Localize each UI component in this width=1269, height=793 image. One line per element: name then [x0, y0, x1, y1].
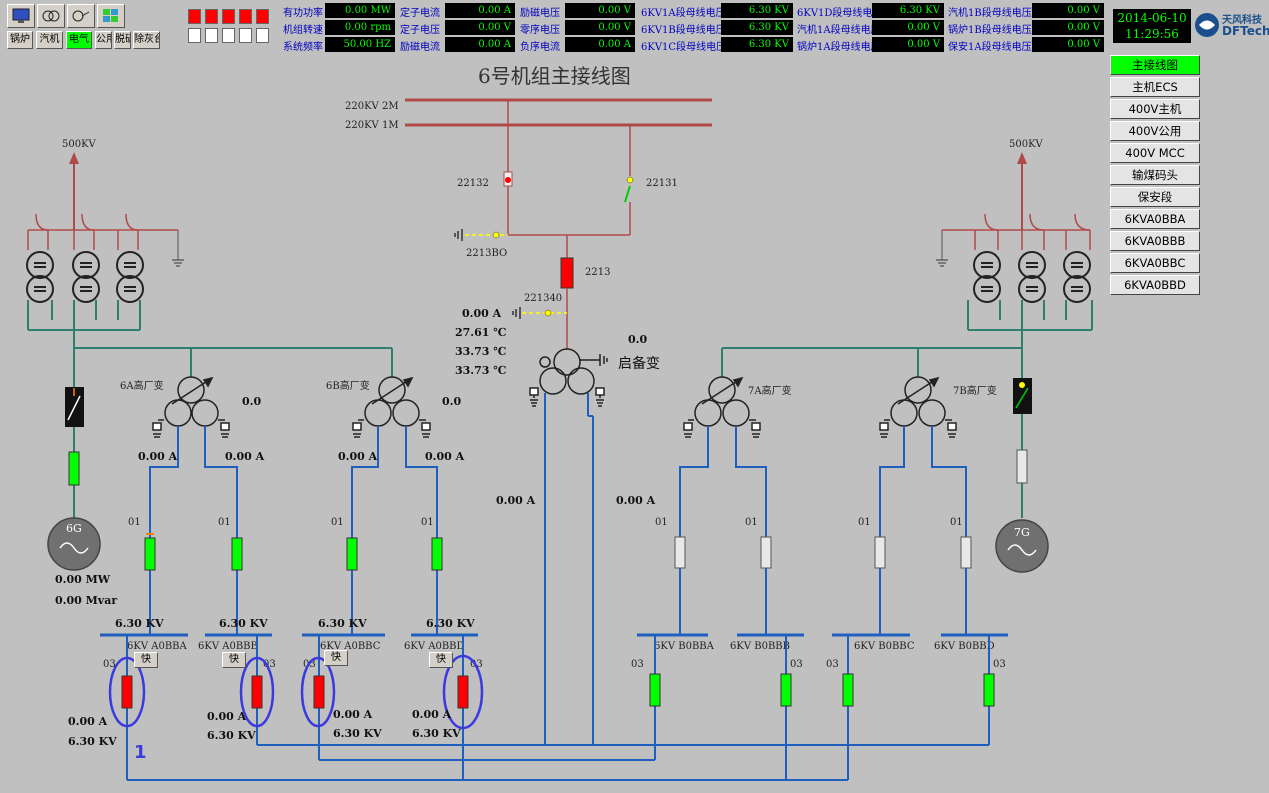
- gen7-label: 7G: [1014, 526, 1030, 539]
- breaker-01-label: 01: [745, 517, 758, 528]
- feeder-d-voltage: 6.30 KV: [412, 727, 461, 740]
- breaker-a0bba-03: [121, 675, 133, 709]
- gen6-label: 6G: [66, 522, 82, 535]
- bus-d-voltage: 6.30 KV: [426, 617, 475, 630]
- breaker-01-label: 01: [331, 517, 344, 528]
- gen6-breaker: [68, 451, 80, 486]
- bus-220kv-1m-label: 220KV 1M: [345, 120, 399, 131]
- feeder-c-voltage: 6.30 KV: [333, 727, 382, 740]
- gen6-mvar: 0.00 Mvar: [55, 594, 117, 607]
- transformer-7b: [879, 376, 957, 438]
- breaker-a0bbd-03: [457, 675, 469, 709]
- label-2213: 2213: [585, 267, 610, 278]
- breaker-a0bbc-03: [313, 675, 325, 709]
- breaker-b0bbc-01: [874, 536, 886, 569]
- breaker-01-label: 01: [128, 517, 141, 528]
- bus-b0bbb-label: 6KV B0BBB: [730, 641, 790, 652]
- fast-switch-button-a0bbc[interactable]: 快: [324, 650, 348, 666]
- label-22131: 22131: [646, 178, 678, 189]
- transformer-7a-label: 7A高厂变: [748, 384, 792, 397]
- startup-right-current: 0.00 A: [616, 494, 656, 507]
- startup-temp-1: 27.61 ℃: [455, 326, 506, 339]
- startup-left-current: 0.00 A: [496, 494, 536, 507]
- feeder-c-current: 0.00 A: [333, 708, 373, 721]
- breaker-b0bba-01: [674, 536, 686, 569]
- feeder-b-voltage: 6.30 KV: [207, 729, 256, 742]
- feeder-a-current: 0.00 A: [68, 715, 108, 728]
- transformer-7b-label: 7B高厂变: [953, 384, 997, 397]
- bus-b-voltage: 6.30 KV: [219, 617, 268, 630]
- bus-c-voltage: 6.30 KV: [318, 617, 367, 630]
- breaker-01-label: 01: [655, 517, 668, 528]
- transformer-6a-value: 0.0: [242, 395, 261, 408]
- bus-a0bbb-label: 6KV A0BBB: [198, 641, 258, 652]
- transformer-6a-label: 6A高厂变: [120, 379, 164, 392]
- breaker-b0bbd-01: [960, 536, 972, 569]
- right-500kv-label: 500KV: [1009, 139, 1044, 150]
- breaker-03-label: 03: [826, 659, 839, 670]
- startup-value: 0.0: [628, 333, 647, 346]
- branch-a2-current: 0.00 A: [225, 450, 265, 463]
- bus-a0bbd-label: 6KV A0BBD: [404, 641, 465, 652]
- feeder-b-current: 0.00 A: [207, 710, 247, 723]
- annotation-number: 1: [134, 742, 147, 763]
- startup-temp-2: 33.73 ℃: [455, 345, 506, 358]
- bus-a-voltage: 6.30 KV: [115, 617, 164, 630]
- bus-b0bbc-label: 6KV B0BBC: [854, 641, 915, 652]
- breaker-a0bbd-01: [431, 537, 443, 571]
- right-main-transformer: [973, 251, 1091, 303]
- breaker-a0bbb-03: [251, 675, 263, 709]
- branch-b2-current: 0.00 A: [425, 450, 465, 463]
- gen6-mw: 0.00 MW: [55, 573, 111, 586]
- feeder-a-voltage: 6.30 KV: [68, 735, 117, 748]
- branch-a1-current: 0.00 A: [138, 450, 178, 463]
- breaker-01-label: 01: [950, 517, 963, 528]
- breaker-03-label: 03: [790, 659, 803, 670]
- breaker-a0bba-01: [144, 537, 156, 571]
- startup-transformer-name: 启备变: [618, 355, 660, 372]
- bus-b0bbd-label: 6KV B0BBD: [934, 641, 995, 652]
- startup-temp-3: 33.73 ℃: [455, 364, 506, 377]
- left-500kv-label: 500KV: [62, 139, 97, 150]
- breaker-b0bbc-03: [842, 673, 854, 707]
- transformer-6b-value: 0.0: [442, 395, 461, 408]
- fast-switch-button-a0bba[interactable]: 快: [134, 652, 158, 668]
- breaker-a0bbb-01: [231, 537, 243, 571]
- wiring-diagram: 220KV 2M 220KV 1M 22132 22131 2213BO 221…: [26, 98, 1093, 781]
- bus-b0bba-label: 6KV B0BBA: [654, 641, 715, 652]
- startup-current: 0.00 A: [462, 307, 502, 320]
- bus-220kv-2m-label: 220KV 2M: [345, 101, 399, 112]
- breaker-01-label: 01: [218, 517, 231, 528]
- branch-b1-current: 0.00 A: [338, 450, 378, 463]
- label-2213bo: 2213BO: [466, 248, 507, 259]
- bus-a0bba-label: 6KV A0BBA: [127, 641, 188, 652]
- gen7-breaker: [1016, 449, 1028, 484]
- breaker-03-label: 03: [631, 659, 644, 670]
- breaker-b0bbb-01: [760, 536, 772, 569]
- breaker-2213: [560, 257, 574, 289]
- left-main-transformer: [26, 251, 144, 303]
- breaker-01-label: 01: [421, 517, 434, 528]
- fast-switch-button-a0bbb[interactable]: 快: [222, 652, 246, 668]
- feeder-d-current: 0.00 A: [412, 708, 452, 721]
- label-221340: 221340: [524, 293, 562, 304]
- breaker-a0bbc-01: [346, 537, 358, 571]
- startup-transformer: [529, 348, 608, 407]
- breaker-b0bbb-03: [780, 673, 792, 707]
- breaker-01-label: 01: [858, 517, 871, 528]
- breaker-b0bba-03: [649, 673, 661, 707]
- breaker-b0bbd-03: [983, 673, 995, 707]
- transformer-6a: [152, 376, 230, 438]
- label-22132: 22132: [457, 178, 489, 189]
- breaker-03-label: 03: [993, 659, 1006, 670]
- transformer-6b-label: 6B高厂变: [326, 379, 370, 392]
- fast-switch-button-a0bbd[interactable]: 快: [429, 652, 453, 668]
